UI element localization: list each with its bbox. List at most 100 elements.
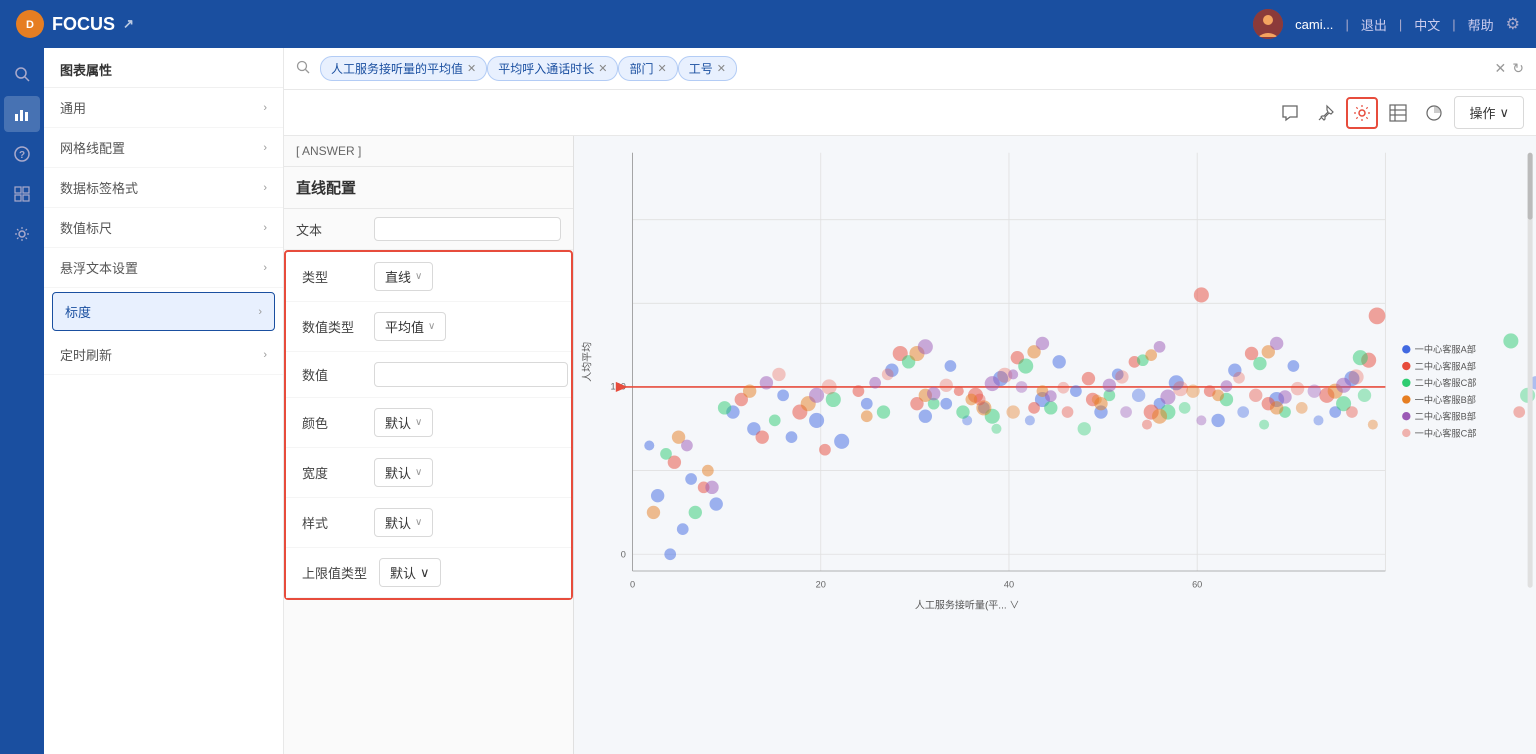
svg-text:60: 60 xyxy=(1192,580,1202,590)
logout-link[interactable]: 退出 xyxy=(1361,15,1387,34)
chevron-icon: › xyxy=(263,262,267,274)
upper-chevron-icon: ∨ xyxy=(420,565,430,581)
ref-upper-row: 上限值类型 默认 ∨ xyxy=(286,548,571,598)
chevron-icon: › xyxy=(263,142,267,154)
menu-item-定时刷新[interactable]: 定时刷新 › xyxy=(44,335,283,375)
main-content: 人工服务接听量的平均值✕平均呼入通话时长✕部门✕工号✕ ✕ ↻ 操作 ∨ [ A… xyxy=(284,48,1536,754)
ref-upper-select[interactable]: 默认 ∨ xyxy=(379,558,441,587)
chart-toolbar: 操作 ∨ xyxy=(284,90,1536,136)
scatter-chart: 0 100 0 20 40 60 人工服务接听量(平... ∨ 人均平均 xyxy=(574,136,1536,688)
ref-select[interactable]: 平均值 ∨ xyxy=(374,312,446,341)
topnav-right: cami... | 退出 | 中文 | 帮助 ⚙ xyxy=(1253,9,1520,39)
filter-tag-label: 平均呼入通话时长 xyxy=(498,60,594,77)
sidebar-icon-chart[interactable] xyxy=(4,96,40,132)
filter-tag[interactable]: 部门✕ xyxy=(618,56,677,81)
svg-text:二中心客服C部: 二中心客服C部 xyxy=(1415,377,1477,388)
filter-tag-close-icon[interactable]: ✕ xyxy=(657,62,666,75)
toolbar-table-btn[interactable] xyxy=(1382,97,1414,129)
op-button[interactable]: 操作 ∨ xyxy=(1454,96,1524,129)
filter-tag-close-icon[interactable]: ✕ xyxy=(467,62,476,75)
menu-label: 网格线配置 xyxy=(60,138,125,157)
menu-label: 数值标尺 xyxy=(60,218,112,237)
filter-tag[interactable]: 人工服务接听量的平均值 ✕ xyxy=(320,56,487,81)
ref-row-类型: 类型 直线 ∨ xyxy=(286,252,571,302)
menu-label: 标度 xyxy=(65,302,91,321)
filter-tag[interactable]: 工号✕ xyxy=(678,56,737,81)
filter-bar: 人工服务接听量的平均值✕平均呼入通话时长✕部门✕工号✕ ✕ ↻ xyxy=(284,48,1536,90)
panel-title: 图表属性 xyxy=(44,48,283,88)
svg-text:一中心客服A部: 一中心客服A部 xyxy=(1415,344,1476,355)
props-section-answer: [ ANSWER ] xyxy=(284,136,573,167)
ref-input[interactable] xyxy=(374,362,568,387)
svg-text:人工服务接听量(平... ∨: 人工服务接听量(平... ∨ xyxy=(915,599,1020,612)
ref-label: 宽度 xyxy=(302,463,362,482)
properties-panel: [ ANSWER ] 直线配置 文本 类型 直线 ∨ 数值类型 平均值 ∨ 数值… xyxy=(284,136,574,754)
select-chevron-icon: ∨ xyxy=(415,467,422,478)
svg-text:一中心客服B部: 一中心客服B部 xyxy=(1415,394,1476,405)
avatar xyxy=(1253,9,1283,39)
sidebar-icon-grid[interactable] xyxy=(4,176,40,212)
toolbar-settings-btn[interactable] xyxy=(1346,97,1378,129)
left-panel: 图表属性 通用›网格线配置›数据标签格式›数值标尺›悬浮文本设置›标度›定时刷新… xyxy=(44,48,284,754)
svg-text:20: 20 xyxy=(816,580,826,590)
svg-text:0: 0 xyxy=(630,580,635,590)
app-logo: D FOCUS ↗ xyxy=(16,10,134,38)
settings-icon[interactable]: ⚙ xyxy=(1506,14,1520,34)
menu-label: 通用 xyxy=(60,98,86,117)
sidebar-icon-help[interactable]: ? xyxy=(4,136,40,172)
user-name: cami... xyxy=(1295,17,1333,32)
ref-select[interactable]: 默认 ∨ xyxy=(374,408,433,437)
ref-label: 样式 xyxy=(302,513,362,532)
select-chevron-icon: ∨ xyxy=(415,517,422,528)
filter-clear-icon[interactable]: ✕ xyxy=(1495,60,1507,77)
filter-tags: 人工服务接听量的平均值✕平均呼入通话时长✕部门✕工号✕ xyxy=(320,56,737,81)
chart-wrapper: 0 100 0 20 40 60 人工服务接听量(平... ∨ 人均平均 xyxy=(574,136,1536,754)
ref-select[interactable]: 默认 ∨ xyxy=(374,458,433,487)
ref-row-颜色: 颜色 默认 ∨ xyxy=(286,398,571,448)
svg-text:人均平均: 人均平均 xyxy=(582,342,594,382)
menu-item-数据标签格式[interactable]: 数据标签格式› xyxy=(44,168,283,208)
filter-tag-close-icon[interactable]: ✕ xyxy=(717,62,726,75)
ref-select[interactable]: 默认 ∨ xyxy=(374,508,433,537)
select-chevron-icon: ∨ xyxy=(428,321,435,332)
ref-label: 数值类型 xyxy=(302,317,362,336)
help-link[interactable]: 帮助 xyxy=(1468,15,1494,34)
external-link-icon[interactable]: ↗ xyxy=(123,16,134,32)
op-chevron-icon: ∨ xyxy=(1499,105,1509,121)
menu-item-通用[interactable]: 通用› xyxy=(44,88,283,128)
ref-upper-label: 上限值类型 xyxy=(302,563,367,582)
menu-item-网格线配置[interactable]: 网格线配置 › xyxy=(44,128,283,168)
sidebar-icon-settings[interactable] xyxy=(4,216,40,252)
ref-select[interactable]: 直线 ∨ xyxy=(374,262,433,291)
svg-text:40: 40 xyxy=(1004,580,1014,590)
menu-label: 悬浮文本设置 xyxy=(60,258,138,277)
select-chevron-icon: ∨ xyxy=(415,271,422,282)
filter-tag-label: 人工服务接听量的平均值 xyxy=(331,60,463,77)
toolbar-pie-btn[interactable] xyxy=(1418,97,1450,129)
menu-item-标度[interactable]: 标度› xyxy=(52,292,275,331)
svg-text:二中心客服A部: 二中心客服A部 xyxy=(1415,360,1476,371)
menu-item-数值标尺[interactable]: 数值标尺 › xyxy=(44,208,283,248)
svg-text:D: D xyxy=(26,19,34,31)
menu-items: 通用›网格线配置›数据标签格式›数值标尺›悬浮文本设置›标度›定时刷新› xyxy=(44,88,283,375)
filter-tag[interactable]: 平均呼入通话时长 ✕ xyxy=(487,56,618,81)
ref-row-数值: 数值 xyxy=(286,352,571,398)
chevron-icon: › xyxy=(263,222,267,234)
ref-label: 颜色 xyxy=(302,413,362,432)
chevron-icon: › xyxy=(263,182,267,194)
sidebar-icon-search[interactable] xyxy=(4,56,40,92)
ref-row-宽度: 宽度 默认 ∨ xyxy=(286,448,571,498)
menu-label: 定时刷新 xyxy=(60,345,112,364)
menu-item-悬浮文本设置[interactable]: 悬浮文本设置 › xyxy=(44,248,283,288)
lang-link[interactable]: 中文 xyxy=(1414,15,1440,34)
toolbar-pin-btn[interactable] xyxy=(1310,97,1342,129)
logo-icon: D xyxy=(16,10,44,38)
chevron-icon: › xyxy=(263,349,267,361)
filter-tag-close-icon[interactable]: ✕ xyxy=(598,62,607,75)
ref-label: 数值 xyxy=(302,365,362,384)
toolbar-comment-btn[interactable] xyxy=(1274,97,1306,129)
icon-sidebar: ? xyxy=(0,48,44,754)
filter-refresh-icon[interactable]: ↻ xyxy=(1512,60,1524,77)
props-text-row: 文本 xyxy=(284,209,573,250)
props-text-input[interactable] xyxy=(374,217,561,241)
